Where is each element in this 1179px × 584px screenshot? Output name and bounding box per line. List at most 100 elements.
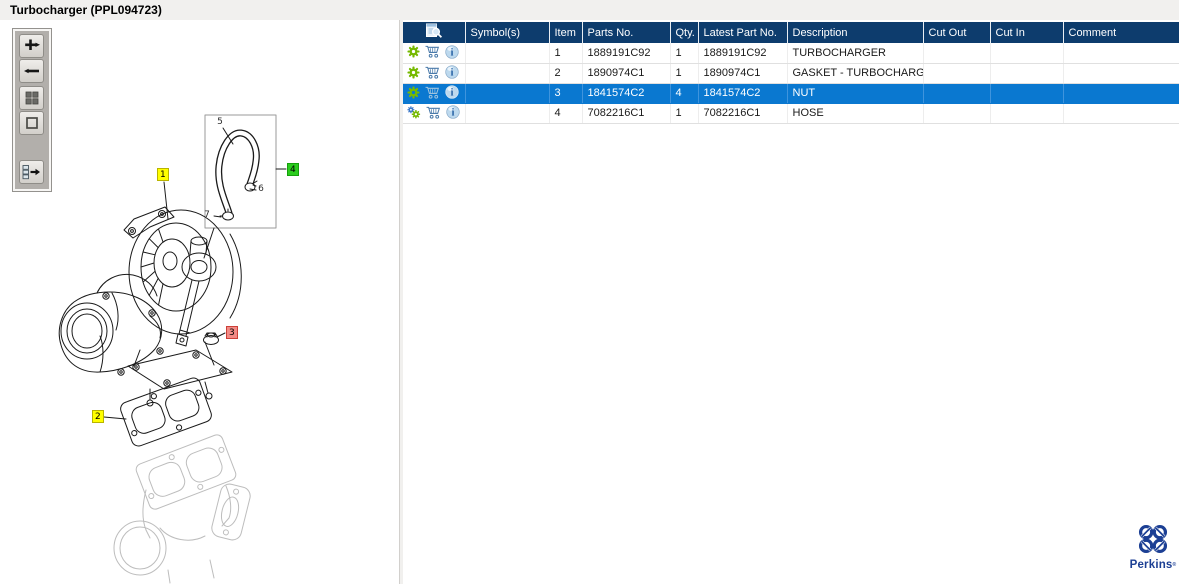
cell-comment[interactable] [1063,103,1179,124]
cell-item[interactable]: 4 [549,103,583,124]
cell-qty[interactable]: 4 [670,83,699,104]
cell-cut-in[interactable] [990,43,1064,64]
settings-gear-icon[interactable] [407,45,420,61]
column-header-description: Description [787,22,924,43]
cell-parts-no[interactable]: 1890974C1 [582,63,671,84]
callout-item-7: 7 [204,210,210,220]
column-header-cut-in: Cut In [990,22,1064,43]
cell-cut-in[interactable] [990,63,1064,84]
add-to-cart-icon[interactable] [426,106,441,122]
info-icon[interactable]: i [446,105,460,122]
cell-symbols[interactable] [465,63,550,84]
cell-comment[interactable] [1063,63,1179,84]
callout-item-3[interactable]: 3 [226,326,238,339]
cell-latest-part-no[interactable]: 7082216C1 [698,103,788,124]
diagram-toolbar [12,28,52,192]
cell-symbols[interactable] [465,83,550,104]
table-header-row: Symbol(s) Item Parts No. Qty. Latest Par… [403,22,1179,43]
add-to-cart-icon[interactable] [425,45,440,61]
row-actions-cell: i [403,83,466,104]
cell-item[interactable]: 1 [549,43,583,64]
cell-latest-part-no[interactable]: 1890974C1 [698,63,788,84]
cell-symbols[interactable] [465,103,550,124]
cell-latest-part-no[interactable]: 1889191C92 [698,43,788,64]
table-arrow-icon [22,163,41,181]
row-actions-cell: i [403,103,466,124]
settings-gear-icon[interactable] [407,65,420,82]
svg-text:i: i [451,88,454,99]
svg-text:i: i [451,68,454,79]
cell-cut-in[interactable] [990,83,1064,104]
column-header-parts-no: Parts No. [582,22,671,43]
row-actions-cell: i [403,63,466,84]
cell-description[interactable]: HOSE [787,103,924,124]
parts-catalog-window: Turbocharger (PPL094723) 1 2 3 4 5 6 7 S… [0,0,1179,584]
parts-table: Symbol(s) Item Parts No. Qty. Latest Par… [403,22,1179,124]
cell-latest-part-no[interactable]: 1841574C2 [698,83,788,104]
cell-cut-in[interactable] [990,103,1064,124]
zoom-out-button[interactable] [19,59,44,83]
tile-view-button[interactable] [19,86,44,110]
info-icon[interactable]: i [445,45,459,62]
callout-item-6: 6 [258,184,264,194]
cell-comment[interactable] [1063,83,1179,104]
svg-text:i: i [452,108,455,119]
cell-item[interactable]: 3 [549,83,583,104]
callout-item-5: 5 [217,117,223,127]
column-header-image-search [403,22,466,43]
cell-cut-out[interactable] [923,43,991,64]
info-icon[interactable]: i [445,65,459,82]
title-bar: Turbocharger (PPL094723) [0,0,1179,20]
parts-row-3-selected[interactable]: i 3 1841574C2 4 1841574C2 NUT [403,83,1179,104]
cell-item[interactable]: 2 [549,63,583,84]
page-title: Turbocharger (PPL094723) [10,3,162,17]
add-to-cart-icon[interactable] [425,66,440,82]
row-actions-cell: i [403,43,466,64]
cell-parts-no[interactable]: 7082216C1 [582,103,671,124]
cell-comment[interactable] [1063,43,1179,64]
zoom-in-plus-icon [23,37,41,55]
parts-row-2[interactable]: i 2 1890974C1 1 1890974C1 GASKET - TURBO… [403,63,1179,84]
turbocharger-diagram[interactable] [0,20,400,584]
callout-item-1[interactable]: 1 [157,168,169,181]
cell-description[interactable]: TURBOCHARGER [787,43,924,64]
svg-text:i: i [451,47,454,58]
cell-qty[interactable]: 1 [670,103,699,124]
info-icon[interactable]: i [445,85,459,102]
zoom-in-button[interactable] [19,34,44,58]
zoom-out-minus-icon [23,62,41,80]
registered-mark: ® [1172,562,1177,568]
parts-row-4[interactable]: i 4 7082216C1 1 7082216C1 HOSE [403,103,1179,124]
fit-view-button[interactable] [19,111,44,135]
column-header-symbols: Symbol(s) [465,22,550,43]
cell-qty[interactable]: 1 [670,43,699,64]
column-header-comment: Comment [1063,22,1179,43]
cell-qty[interactable]: 1 [670,63,699,84]
cell-cut-out[interactable] [923,63,991,84]
brand-name: Perkins® [1129,559,1177,571]
add-to-cart-icon[interactable] [425,86,440,102]
cell-parts-no[interactable]: 1889191C92 [582,43,671,64]
fit-square-icon [24,115,40,131]
cell-cut-out[interactable] [923,103,991,124]
cell-description[interactable]: GASKET - TURBOCHARGER [787,63,924,84]
settings-gear-icon[interactable] [407,85,420,102]
column-header-qty: Qty. [670,22,699,43]
image-search-icon [425,23,443,42]
callout-item-4[interactable]: 4 [287,163,299,176]
column-header-cut-out: Cut Out [923,22,991,43]
toggle-parts-table-button[interactable] [19,160,44,184]
cell-cut-out[interactable] [923,83,991,104]
column-header-item: Item [549,22,583,43]
settings-gears-multi-icon[interactable] [407,105,421,122]
perkins-brand: Perkins® [1127,524,1179,571]
cell-description[interactable]: NUT [787,83,924,104]
perkins-logo-icon [1138,524,1168,558]
parts-row-1[interactable]: i 1 1889191C92 1 1889191C92 TURBOCHARGER [403,43,1179,64]
callout-item-2[interactable]: 2 [92,410,104,423]
cell-symbols[interactable] [465,43,550,64]
diagram-pane: 1 2 3 4 5 6 7 [0,20,400,584]
tile-grid-icon [24,90,40,106]
column-header-latest-part-no: Latest Part No. [698,22,788,43]
cell-parts-no[interactable]: 1841574C2 [582,83,671,104]
